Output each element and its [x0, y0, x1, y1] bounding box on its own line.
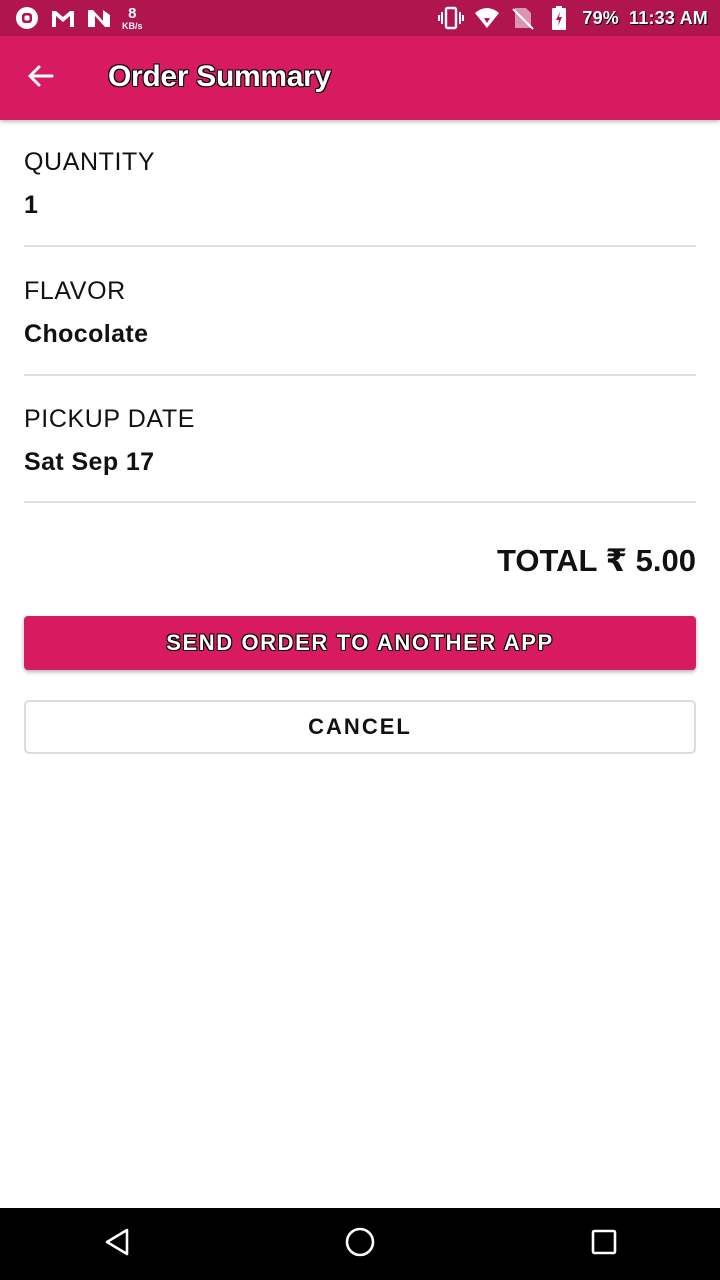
page-title: Order Summary: [108, 60, 331, 93]
divider: [24, 374, 696, 376]
clock: 11:33 AM: [629, 7, 708, 28]
pickup-date-label: PICKUP DATE: [24, 405, 195, 433]
vibrate-icon: [438, 5, 465, 31]
net-speed: 8 KB/s: [122, 6, 143, 31]
nav-home-button[interactable]: [338, 1222, 382, 1266]
send-order-button[interactable]: SEND ORDER TO ANOTHER APP: [24, 616, 696, 670]
arrow-back-icon: [26, 62, 54, 95]
pickup-date-value: Sat Sep 17: [24, 448, 155, 476]
recents-square-icon: [590, 1228, 618, 1261]
divider: [24, 501, 696, 503]
nav-recents-button[interactable]: [582, 1222, 626, 1266]
net-speed-value: 8: [128, 4, 137, 22]
notification-o-icon: [14, 5, 40, 31]
flavor-label: FLAVOR: [24, 277, 126, 305]
flavor-value: Chocolate: [24, 320, 149, 348]
quantity-label: QUANTITY: [24, 148, 156, 176]
app-bar: Order Summary: [0, 36, 720, 120]
system-nav-bar: [0, 1208, 720, 1280]
net-speed-unit: KB/s: [122, 20, 143, 31]
quantity-value: 1: [24, 191, 39, 219]
back-button[interactable]: [16, 54, 64, 102]
no-sim-icon: [510, 5, 536, 31]
status-bar: 8 KB/s 79% 11:33 AM: [0, 0, 720, 36]
cancel-label: CANCEL: [308, 714, 412, 739]
home-circle-icon: [344, 1226, 376, 1263]
battery-charging-icon: [546, 5, 572, 31]
divider: [24, 245, 696, 247]
gmail-icon: [50, 5, 76, 31]
battery-percent: 79%: [582, 7, 620, 28]
send-order-label: SEND ORDER TO ANOTHER APP: [166, 630, 554, 655]
quantity-section: QUANTITY 1: [24, 148, 696, 220]
n-app-icon: [86, 5, 112, 31]
back-triangle-icon: [103, 1227, 131, 1262]
nav-back-button[interactable]: [95, 1222, 139, 1266]
cancel-button[interactable]: CANCEL: [24, 700, 696, 754]
wifi-icon: [474, 5, 500, 31]
flavor-section: FLAVOR Chocolate: [24, 277, 696, 349]
order-total: TOTAL ₹ 5.00: [496, 543, 696, 578]
pickup-date-section: PICKUP DATE Sat Sep 17: [24, 405, 696, 477]
